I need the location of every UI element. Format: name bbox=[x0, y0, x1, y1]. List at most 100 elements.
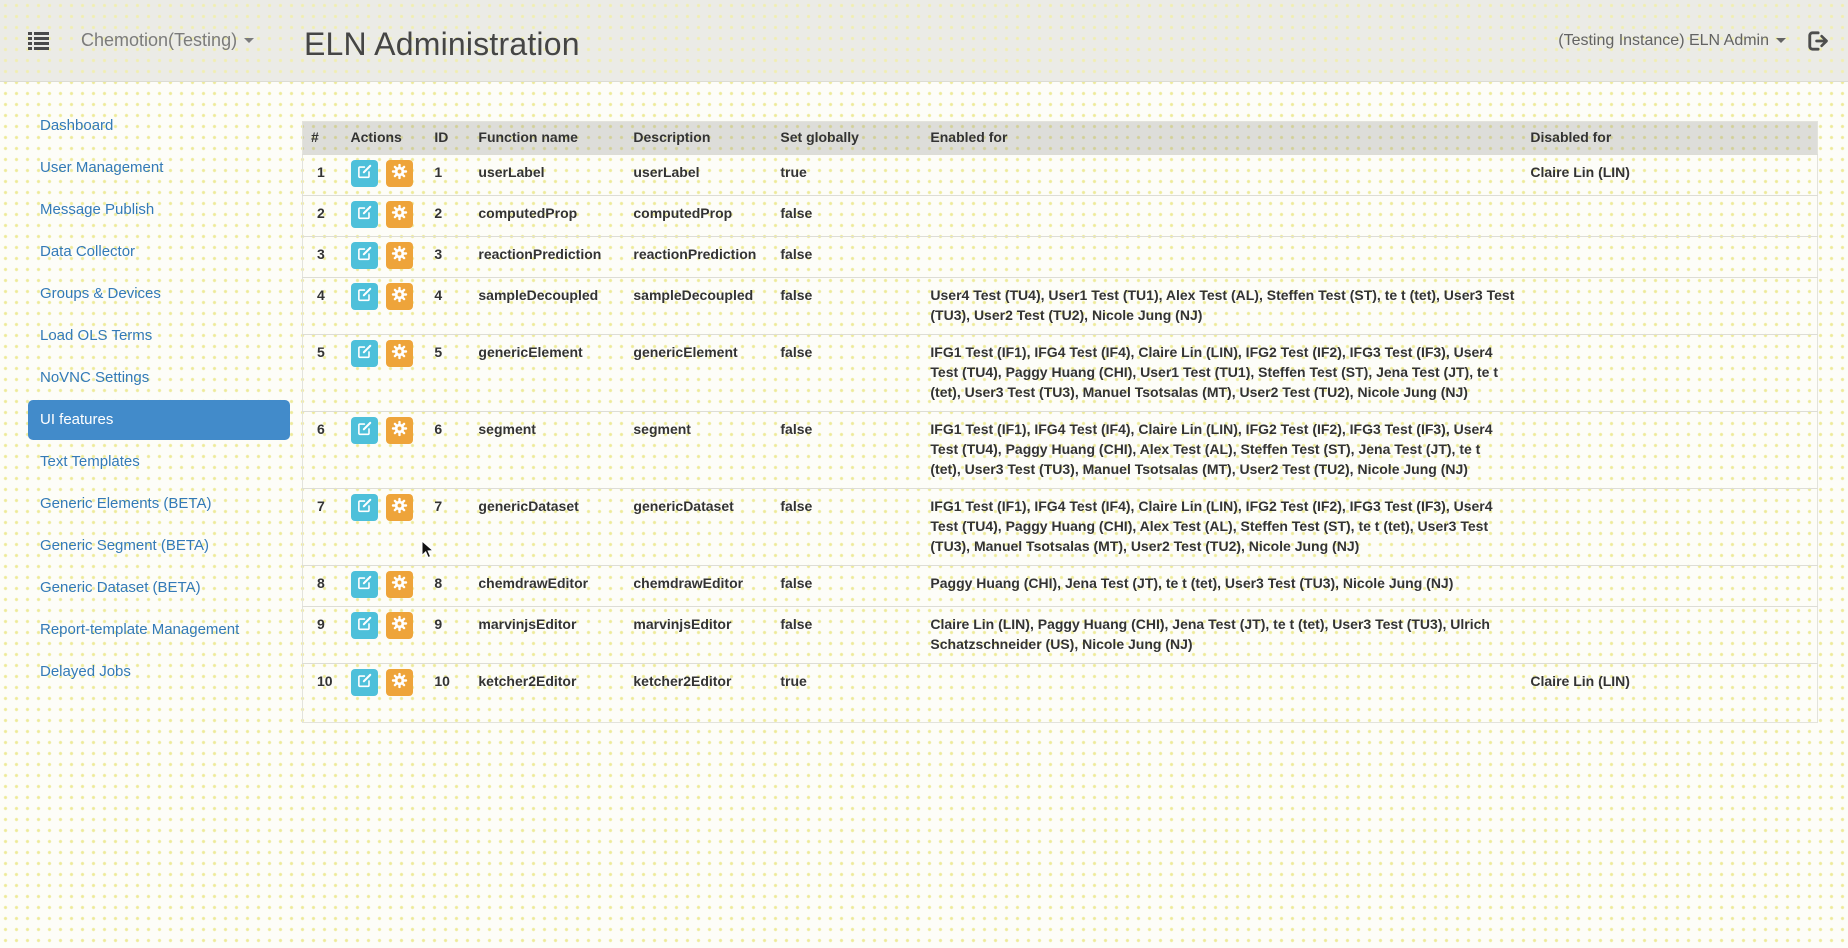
row-function-name-cell: marvinjsEditor bbox=[470, 606, 625, 663]
gear-button[interactable] bbox=[386, 669, 413, 696]
sidebar-item-generic-elements-beta-[interactable]: Generic Elements (BETA) bbox=[28, 484, 290, 524]
brand-dropdown[interactable]: Chemotion(Testing) bbox=[81, 30, 254, 51]
edit-button[interactable] bbox=[351, 283, 378, 310]
row-actions-cell bbox=[343, 154, 427, 195]
row-enabled-for-cell: Claire Lin (LIN), Paggy Huang (CHI), Jen… bbox=[922, 606, 1522, 663]
gear-button[interactable] bbox=[386, 571, 413, 598]
edit-button[interactable] bbox=[351, 417, 378, 444]
edit-pencil-square-icon bbox=[357, 164, 372, 182]
sidebar-item-dashboard[interactable]: Dashboard bbox=[28, 106, 290, 146]
row-set-globally-cell: false bbox=[772, 236, 922, 277]
gear-button[interactable] bbox=[386, 494, 413, 521]
sidebar-item-user-management[interactable]: User Management bbox=[28, 148, 290, 188]
sidebar-item-text-templates[interactable]: Text Templates bbox=[28, 442, 290, 482]
row-description-cell: computedProp bbox=[625, 195, 772, 236]
row-id-cell: 9 bbox=[426, 606, 470, 663]
row-disabled-for-cell bbox=[1522, 606, 1817, 663]
row-function-name-cell: computedProp bbox=[470, 195, 625, 236]
sidebar-item-report-template-management[interactable]: Report-template Management bbox=[28, 610, 290, 650]
row-description-cell: ketcher2Editor bbox=[625, 663, 772, 722]
menu-list-icon[interactable] bbox=[28, 31, 49, 50]
row-disabled-for-cell bbox=[1522, 195, 1817, 236]
gear-button[interactable] bbox=[386, 242, 413, 269]
row-enabled-for-cell bbox=[922, 195, 1522, 236]
row-description-cell: reactionPrediction bbox=[625, 236, 772, 277]
gear-icon bbox=[391, 615, 408, 635]
gear-button[interactable] bbox=[386, 283, 413, 310]
sidebar-item-load-ols-terms[interactable]: Load OLS Terms bbox=[28, 316, 290, 356]
row-function-name-cell: sampleDecoupled bbox=[470, 277, 625, 334]
row-actions-cell bbox=[343, 411, 427, 488]
sidebar-item-ui-features[interactable]: UI features bbox=[28, 400, 290, 440]
edit-button[interactable] bbox=[351, 669, 378, 696]
row-description-cell: genericElement bbox=[625, 334, 772, 411]
row-actions-cell bbox=[343, 277, 427, 334]
sidebar-item-groups-devices[interactable]: Groups & Devices bbox=[28, 274, 290, 314]
table-row: 9 bbox=[303, 606, 1818, 663]
row-function-name-cell: ketcher2Editor bbox=[470, 663, 625, 722]
gear-icon bbox=[391, 204, 408, 224]
row-number-cell: 4 bbox=[303, 277, 343, 334]
edit-pencil-square-icon bbox=[357, 344, 372, 362]
sign-out-icon[interactable] bbox=[1808, 31, 1830, 51]
gear-button[interactable] bbox=[386, 160, 413, 187]
main-content: #ActionsIDFunction nameDescriptionSet gl… bbox=[296, 82, 1848, 723]
gear-button[interactable] bbox=[386, 612, 413, 639]
gear-button[interactable] bbox=[386, 417, 413, 444]
table-row: 4 bbox=[303, 277, 1818, 334]
table-header-row: #ActionsIDFunction nameDescriptionSet gl… bbox=[303, 122, 1818, 155]
row-function-name-cell: segment bbox=[470, 411, 625, 488]
edit-pencil-square-icon bbox=[357, 575, 372, 593]
edit-button[interactable] bbox=[351, 242, 378, 269]
gear-icon bbox=[391, 672, 408, 692]
edit-button[interactable] bbox=[351, 571, 378, 598]
row-set-globally-cell: false bbox=[772, 565, 922, 606]
row-description-cell: marvinjsEditor bbox=[625, 606, 772, 663]
row-id-cell: 10 bbox=[426, 663, 470, 722]
row-number-cell: 1 bbox=[303, 154, 343, 195]
edit-pencil-square-icon bbox=[357, 421, 372, 439]
row-enabled-for-cell bbox=[922, 154, 1522, 195]
edit-button[interactable] bbox=[351, 612, 378, 639]
edit-button[interactable] bbox=[351, 160, 378, 187]
sidebar-item-novnc-settings[interactable]: NoVNC Settings bbox=[28, 358, 290, 398]
sidebar-item-message-publish[interactable]: Message Publish bbox=[28, 190, 290, 230]
row-disabled-for-cell bbox=[1522, 488, 1817, 565]
row-description-cell: segment bbox=[625, 411, 772, 488]
gear-button[interactable] bbox=[386, 201, 413, 228]
row-function-name-cell: reactionPrediction bbox=[470, 236, 625, 277]
row-function-name-cell: genericElement bbox=[470, 334, 625, 411]
column-header: Actions bbox=[343, 122, 427, 155]
gear-icon bbox=[391, 420, 408, 440]
gear-icon bbox=[391, 574, 408, 594]
user-dropdown[interactable]: (Testing Instance) ELN Admin bbox=[1558, 32, 1786, 50]
gear-button[interactable] bbox=[386, 340, 413, 367]
sidebar-item-generic-segment-beta-[interactable]: Generic Segment (BETA) bbox=[28, 526, 290, 566]
row-set-globally-cell: false bbox=[772, 277, 922, 334]
table-row: 6 bbox=[303, 411, 1818, 488]
row-enabled-for-cell bbox=[922, 663, 1522, 722]
row-description-cell: userLabel bbox=[625, 154, 772, 195]
sidebar-item-data-collector[interactable]: Data Collector bbox=[28, 232, 290, 272]
row-id-cell: 3 bbox=[426, 236, 470, 277]
column-header: Disabled for bbox=[1522, 122, 1817, 155]
sidebar-item-generic-dataset-beta-[interactable]: Generic Dataset (BETA) bbox=[28, 568, 290, 608]
row-function-name-cell: genericDataset bbox=[470, 488, 625, 565]
row-set-globally-cell: true bbox=[772, 154, 922, 195]
row-enabled-for-cell bbox=[922, 236, 1522, 277]
caret-down-icon bbox=[244, 38, 254, 43]
sidebar-item-delayed-jobs[interactable]: Delayed Jobs bbox=[28, 652, 290, 692]
row-number-cell: 5 bbox=[303, 334, 343, 411]
row-number-cell: 7 bbox=[303, 488, 343, 565]
edit-button[interactable] bbox=[351, 340, 378, 367]
page-title: ELN Administration bbox=[304, 26, 580, 63]
edit-button[interactable] bbox=[351, 201, 378, 228]
table-row: 3 bbox=[303, 236, 1818, 277]
row-disabled-for-cell bbox=[1522, 236, 1817, 277]
row-enabled-for-cell: IFG1 Test (IF1), IFG4 Test (IF4), Claire… bbox=[922, 488, 1522, 565]
column-header: Description bbox=[625, 122, 772, 155]
row-set-globally-cell: false bbox=[772, 334, 922, 411]
edit-button[interactable] bbox=[351, 494, 378, 521]
gear-icon bbox=[391, 286, 408, 306]
row-id-cell: 1 bbox=[426, 154, 470, 195]
